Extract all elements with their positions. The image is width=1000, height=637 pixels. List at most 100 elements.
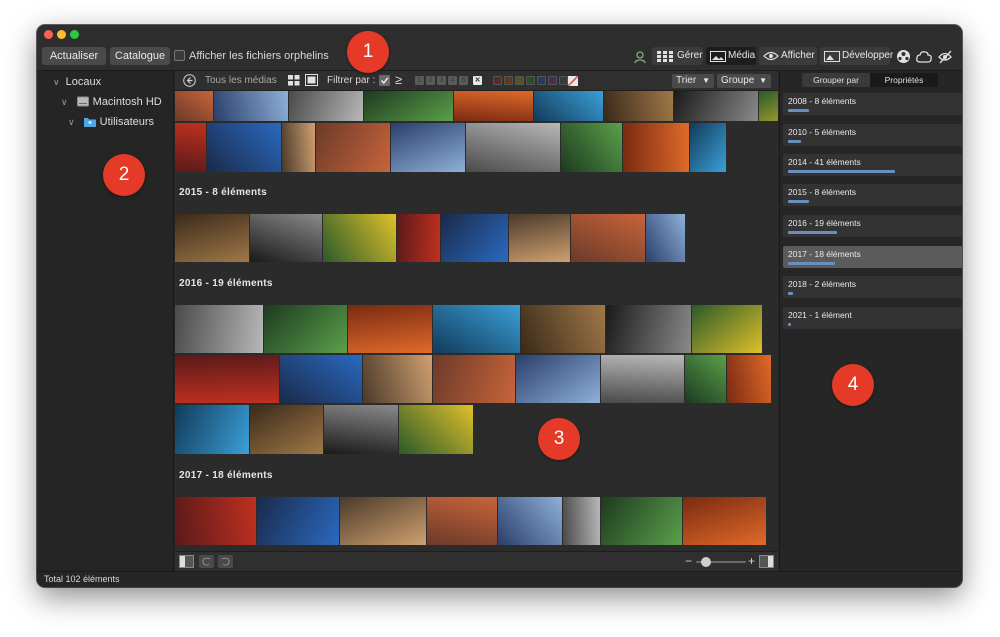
zoom-slider-knob[interactable]	[701, 557, 711, 567]
photo-thumbnail[interactable]	[427, 497, 497, 545]
photo-thumbnail[interactable]	[601, 497, 682, 545]
color-label-green[interactable]	[526, 76, 535, 85]
color-label-blue[interactable]	[537, 76, 546, 85]
orphans-checkbox[interactable]	[174, 50, 185, 61]
group-row[interactable]: 2010 - 5 éléments	[783, 124, 962, 146]
no-color-icon[interactable]	[568, 76, 578, 86]
photo-thumbnail[interactable]	[175, 305, 263, 353]
photo-thumbnail[interactable]	[498, 497, 562, 545]
single-view-icon[interactable]	[305, 74, 318, 86]
photo-thumbnail[interactable]	[264, 305, 347, 353]
check-icon[interactable]	[379, 75, 390, 86]
rotate-right-icon[interactable]	[218, 555, 233, 568]
photo-thumbnail[interactable]	[690, 123, 726, 172]
photo-thumbnail[interactable]	[250, 214, 322, 262]
photo-thumbnail[interactable]	[521, 305, 605, 353]
photo-thumbnail[interactable]	[561, 123, 622, 172]
color-label-gray[interactable]	[559, 76, 568, 85]
rating-4[interactable]: 4	[448, 76, 457, 85]
color-label-red[interactable]	[493, 76, 502, 85]
media-button[interactable]: Média	[706, 47, 756, 65]
photo-thumbnail[interactable]	[759, 91, 778, 121]
reject-filter[interactable]: ✕	[473, 76, 482, 85]
view-button[interactable]: Afficher	[759, 47, 817, 65]
group-row[interactable]: 2015 - 8 éléments	[783, 184, 962, 206]
sidebar-item-locaux[interactable]: ∨ Locaux	[53, 76, 101, 88]
grid-view-icon[interactable]	[288, 75, 300, 86]
photo-thumbnail[interactable]	[646, 214, 685, 262]
group-row[interactable]: 2018 - 2 éléments	[783, 276, 962, 298]
photo-thumbnail[interactable]	[534, 91, 603, 121]
photo-thumbnail[interactable]	[441, 214, 508, 262]
develop-button[interactable]: Développer	[820, 47, 893, 65]
zoom-in-button[interactable]: +	[748, 554, 755, 568]
photo-thumbnail[interactable]	[363, 355, 432, 403]
rating-2[interactable]: 2	[426, 76, 435, 85]
photo-thumbnail[interactable]	[257, 497, 339, 545]
photo-thumbnail[interactable]	[601, 355, 684, 403]
sort-dropdown[interactable]: Trier ▼	[672, 74, 714, 88]
photo-thumbnail[interactable]	[175, 91, 213, 121]
zoom-out-button[interactable]: −	[685, 554, 692, 568]
tab-properties[interactable]: Propriétés	[870, 73, 938, 87]
group-row[interactable]: 2021 - 1 élément	[783, 307, 962, 329]
photo-thumbnail[interactable]	[623, 123, 689, 172]
photo-thumbnail[interactable]	[316, 123, 390, 172]
group-row[interactable]: 2008 - 8 éléments	[783, 93, 962, 115]
photo-thumbnail[interactable]	[250, 405, 323, 454]
chevron-down-icon[interactable]: ∨	[68, 117, 75, 127]
photo-thumbnail[interactable]	[399, 405, 473, 454]
photo-thumbnail[interactable]	[391, 123, 465, 172]
manage-button[interactable]: Gérer	[652, 47, 703, 65]
color-label-yellow[interactable]	[515, 76, 524, 85]
photo-thumbnail[interactable]	[175, 405, 249, 454]
photo-thumbnail[interactable]	[348, 305, 432, 353]
photo-thumbnail[interactable]	[214, 91, 288, 121]
panel-toggle-icon[interactable]	[759, 555, 774, 568]
photo-thumbnail[interactable]	[674, 91, 758, 121]
photo-thumbnail[interactable]	[323, 214, 396, 262]
photo-thumbnail[interactable]	[563, 497, 600, 545]
photo-thumbnail[interactable]	[606, 305, 691, 353]
color-label-purple[interactable]	[548, 76, 557, 85]
photo-thumbnail[interactable]	[685, 355, 726, 403]
breadcrumb[interactable]: Tous les médias	[205, 75, 277, 86]
sidebar-item-utilisateurs[interactable]: ∨ Utilisateurs	[68, 116, 154, 128]
chevron-down-icon[interactable]: ∨	[61, 97, 68, 107]
photo-thumbnail[interactable]	[175, 123, 206, 172]
photo-thumbnail[interactable]	[175, 355, 279, 403]
photo-thumbnail[interactable]	[175, 497, 256, 545]
minimize-window-button[interactable]	[57, 30, 66, 39]
group-row[interactable]: 2016 - 19 éléments	[783, 215, 962, 237]
photo-thumbnail[interactable]	[289, 91, 363, 121]
photo-thumbnail[interactable]	[509, 214, 570, 262]
photo-thumbnail[interactable]	[604, 91, 673, 121]
photo-thumbnail[interactable]	[692, 305, 762, 353]
group-row[interactable]: 2017 - 18 éléments	[783, 246, 962, 268]
color-label-orange[interactable]	[504, 76, 513, 85]
sidebar-item-macintosh-hd[interactable]: ∨ Macintosh HD	[61, 96, 162, 108]
group-dropdown[interactable]: Groupe ▼	[717, 74, 771, 88]
zoom-window-button[interactable]	[70, 30, 79, 39]
photo-thumbnail[interactable]	[433, 355, 515, 403]
rotate-left-icon[interactable]	[199, 555, 214, 568]
close-window-button[interactable]	[44, 30, 53, 39]
photo-thumbnail[interactable]	[571, 214, 645, 262]
cloud-icon[interactable]	[916, 50, 932, 63]
photo-thumbnail[interactable]	[454, 91, 533, 121]
back-icon[interactable]	[183, 74, 196, 87]
chevron-down-icon[interactable]: ∨	[53, 77, 60, 87]
rating-1[interactable]: 1	[415, 76, 424, 85]
refresh-button[interactable]: Actualiser	[42, 47, 106, 65]
share-icon[interactable]	[896, 49, 911, 64]
photo-thumbnail[interactable]	[433, 305, 520, 353]
photo-thumbnail[interactable]	[364, 91, 453, 121]
photo-thumbnail[interactable]	[175, 214, 249, 262]
photo-thumbnail[interactable]	[340, 497, 426, 545]
photo-thumbnail[interactable]	[727, 355, 771, 403]
tab-group-by[interactable]: Grouper par	[802, 73, 870, 87]
person-icon[interactable]	[634, 51, 646, 63]
group-row[interactable]: 2014 - 41 éléments	[783, 154, 962, 176]
photo-thumbnail[interactable]	[397, 214, 440, 262]
rating-3[interactable]: 3	[437, 76, 446, 85]
